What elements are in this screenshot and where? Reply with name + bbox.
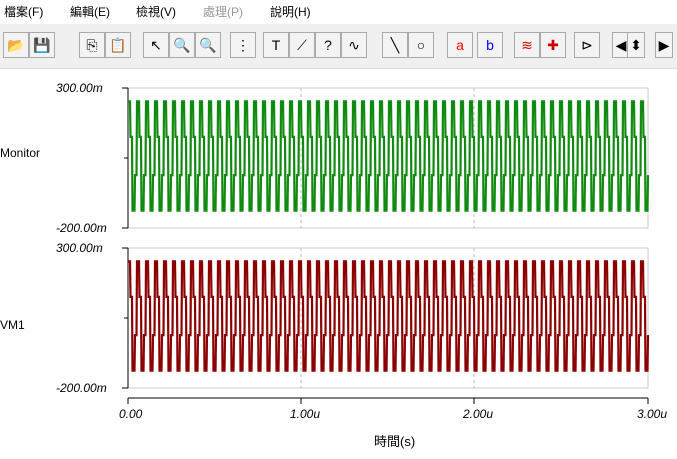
x-tick-label: 0.00 [119,407,143,421]
waveform-vm1 [128,260,650,372]
x-tick-label: 2.00u [463,407,494,421]
x-axis-title: 時間(s) [374,434,416,449]
signal-label-vm1: VM1 [0,318,25,332]
y-min-label: -200.00m [56,221,107,235]
waveform-monitor [128,100,650,212]
y-max-label: 300.00m [56,241,103,255]
y-min-label: -200.00m [56,381,107,395]
signal-label-monitor: Monitor [0,146,41,160]
y-max-label: 300.00m [56,81,103,95]
x-tick-label: 1.00u [290,407,321,421]
x-tick-label: 3.00u [637,407,668,421]
